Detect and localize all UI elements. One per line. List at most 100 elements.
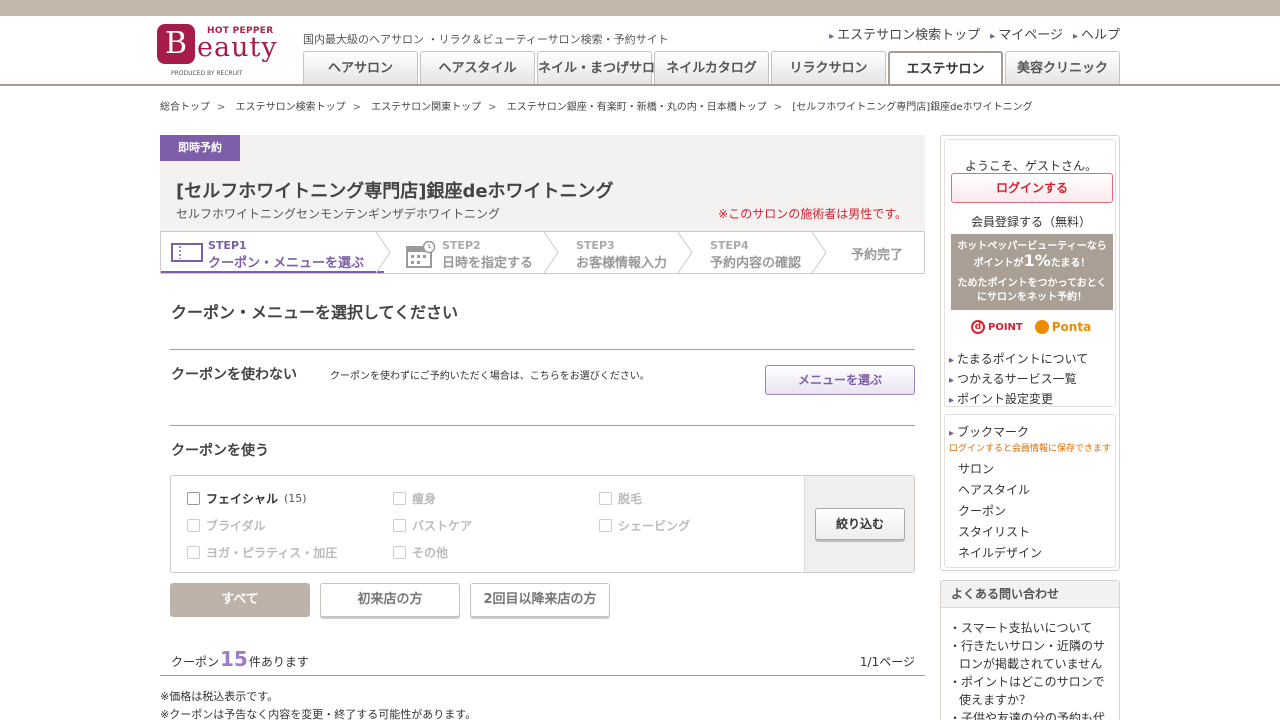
step-label: お客様情報入力: [576, 256, 668, 271]
notes: ※価格は税込表示です。 ※クーポンは予告なく内容を変更・終了する可能性があります…: [160, 688, 476, 720]
category-grid: フェイシャル (15) 痩身 脱毛 ブライダル バストケア シェービング ヨガ・ピ…: [187, 490, 787, 570]
bookmark-item[interactable]: ヘアスタイル: [958, 480, 1042, 501]
checkbox: [393, 519, 406, 532]
salon-name: [セルフホワイトニング専門店]銀座deホワイトニング: [176, 181, 614, 202]
checkbox[interactable]: [187, 492, 200, 505]
point-link[interactable]: ポイント設定変更: [949, 390, 1088, 410]
point-link[interactable]: つかえるサービス一覧: [949, 370, 1088, 390]
bookmark-panel: ブックマーク ログインすると会員情報に保存できます サロン ヘアスタイル クーポ…: [944, 414, 1116, 568]
mypage-link[interactable]: マイページ: [990, 24, 1063, 43]
category-facial-checkbox[interactable]: フェイシャル (15): [187, 490, 307, 507]
category-other-checkbox: その他: [393, 544, 448, 561]
breadcrumb-item[interactable]: エステサロン銀座・有楽町・新橋・丸の内・日本橋トップ: [507, 102, 767, 113]
step-1: STEP1 クーポン・メニューを選ぶ: [161, 232, 391, 273]
category-label: 脱毛: [618, 492, 643, 506]
login-button[interactable]: ログインする: [951, 173, 1113, 203]
filter-action-area: 絞り込む: [804, 476, 914, 572]
bookmark-item[interactable]: サロン: [958, 459, 1042, 480]
category-label: その他: [412, 546, 449, 560]
tab-beauty-clinic[interactable]: 美容クリニック: [1005, 51, 1120, 85]
faq-item[interactable]: 子供や友達の分の予約も代理: [949, 709, 1114, 720]
bookmark-item[interactable]: ネイルデザイン: [958, 543, 1042, 564]
step-5: 予約完了: [820, 232, 924, 273]
dpoint-logo: d POINT: [971, 320, 1023, 334]
breadcrumb: 総合トップ > エステサロン検索トップ > エステサロン関東トップ > エステサロン銀…: [160, 102, 1033, 113]
tab-hair-style[interactable]: ヘアスタイル: [420, 51, 535, 85]
tab-nail-eyelash[interactable]: ネイル・まつげサロン: [537, 51, 668, 85]
step-number: STEP1: [208, 239, 247, 252]
breadcrumb-item[interactable]: エステサロン関東トップ: [371, 102, 481, 113]
dpoint-text: POINT: [988, 321, 1023, 333]
breadcrumb-item[interactable]: エステサロン検索トップ: [236, 102, 346, 113]
faq-box: よくある問い合わせ スマート支払いについて 行きたいサロン・近隣のサロンが掲載さ…: [940, 580, 1120, 720]
select-menu-button[interactable]: メニューを選ぶ: [765, 365, 915, 395]
register-link[interactable]: 会員登録する（無料）: [945, 213, 1117, 230]
bookmark-item[interactable]: スタイリスト: [958, 522, 1042, 543]
segment-first-visit[interactable]: 初来店の方: [320, 583, 460, 617]
coupon-icon: [171, 243, 203, 262]
salon-kana: セルフホワイトニングセンモンテンギンザデホワイトニング: [176, 207, 501, 221]
breadcrumb-item[interactable]: 総合トップ: [160, 102, 210, 113]
checkbox: [187, 519, 200, 532]
section-title: クーポン・メニューを選択してください: [171, 303, 459, 322]
segment-all[interactable]: すべて: [170, 583, 310, 617]
promo-line: ためたポイントをつかっておとく: [957, 278, 1107, 289]
faq-item[interactable]: ポイントはどこのサロンで使えますか？: [949, 673, 1114, 709]
site-tagline: 国内最大級のヘアサロン ・リラク＆ビューティーサロン検索・予約サイト: [303, 33, 669, 46]
header-links: エステサロン検索トップ マイページ ヘルプ: [829, 24, 1120, 43]
tab-hair-salon[interactable]: ヘアサロン: [303, 51, 418, 85]
faq-title: よくある問い合わせ: [941, 581, 1119, 608]
male-staff-note: ※このサロンの施術者は男性です。: [718, 207, 907, 221]
esthe-top-link[interactable]: エステサロン検索トップ: [829, 24, 980, 43]
tab-esthe-salon[interactable]: エステサロン: [888, 51, 1003, 86]
count-suffix: 件あります: [248, 655, 309, 669]
step-3: STEP3 お客様情報入力: [552, 232, 693, 273]
no-coupon-description: クーポンを使わずにご予約いただく場合は、こちらをお選びください。: [330, 371, 650, 382]
chevron-right-icon: [678, 232, 693, 273]
logo-b-mark: B: [157, 24, 195, 64]
checkbox: [393, 492, 406, 505]
promo-percent: 1%: [1023, 251, 1051, 270]
filter-button[interactable]: 絞り込む: [815, 508, 905, 540]
ponta-logo: Ponta: [1034, 320, 1092, 334]
member-box: ようこそ、ゲストさん。 ログインする 会員登録する（無料） ホットペッパービュー…: [940, 135, 1120, 571]
category-label: バストケア: [412, 519, 473, 533]
category-label: フェイシャル: [206, 492, 279, 506]
faq-list: スマート支払いについて 行きたいサロン・近隣のサロンが掲載されていません ポイン…: [949, 619, 1114, 720]
count-prefix: クーポン: [171, 655, 220, 669]
coupon-count: クーポン15件あります: [171, 647, 309, 671]
category-filter: フェイシャル (15) 痩身 脱毛 ブライダル バストケア シェービング ヨガ・ピ…: [170, 475, 915, 573]
page-indicator: 1/1ページ: [859, 655, 915, 669]
top-bar: [0, 0, 1280, 16]
category-label: 痩身: [412, 492, 437, 506]
help-link[interactable]: ヘルプ: [1073, 24, 1120, 43]
category-label: シェービング: [618, 519, 691, 533]
category-yoga-checkbox: ヨガ・ピラティス・加圧: [187, 544, 337, 561]
faq-item[interactable]: 行きたいサロン・近隣のサロンが掲載されていません: [949, 637, 1114, 673]
checkbox: [599, 519, 612, 532]
ponta-icon: [1034, 320, 1049, 334]
ponta-text: Ponta: [1051, 320, 1092, 334]
step-label: 予約内容の確認: [710, 256, 802, 271]
logo-produced-by: PRODUCED BY RECRUIT: [171, 70, 243, 77]
bookmark-item[interactable]: クーポン: [958, 501, 1042, 522]
tab-nail-catalog[interactable]: ネイルカタログ: [654, 51, 769, 85]
step-4: STEP4 予約内容の確認: [686, 232, 827, 273]
divider: [170, 349, 915, 350]
promo-line: にサロンをネット予約！: [977, 292, 1087, 303]
dpoint-icon: d: [971, 320, 985, 334]
bookmark-title[interactable]: ブックマーク: [949, 423, 1029, 440]
count-number: 15: [220, 647, 248, 671]
hotpepper-beauty-logo[interactable]: B HOT PEPPER eauty PRODUCED BY RECRUIT: [157, 24, 277, 80]
bookmark-list: サロン ヘアスタイル クーポン スタイリスト ネイルデザイン: [958, 459, 1042, 564]
global-nav: ヘアサロン ヘアスタイル ネイル・まつげサロン ネイルカタログ リラクサロン エ…: [303, 51, 1120, 86]
use-coupon-title: クーポンを使う: [171, 443, 269, 459]
tab-relax-salon[interactable]: リラクサロン: [771, 51, 886, 85]
segment-repeat-visit[interactable]: 2回目以降来店の方: [470, 583, 610, 617]
faq-item[interactable]: スマート支払いについて: [949, 619, 1114, 637]
calendar-icon: [406, 241, 436, 268]
point-link[interactable]: たまるポイントについて: [949, 350, 1088, 370]
chevron-right-icon: [376, 232, 391, 273]
point-promo-banner[interactable]: ホットペッパービューティーなら ポイントが1%たまる！ ためたポイントをつかって…: [951, 234, 1113, 310]
note-tax: ※価格は税込表示です。: [160, 690, 279, 703]
